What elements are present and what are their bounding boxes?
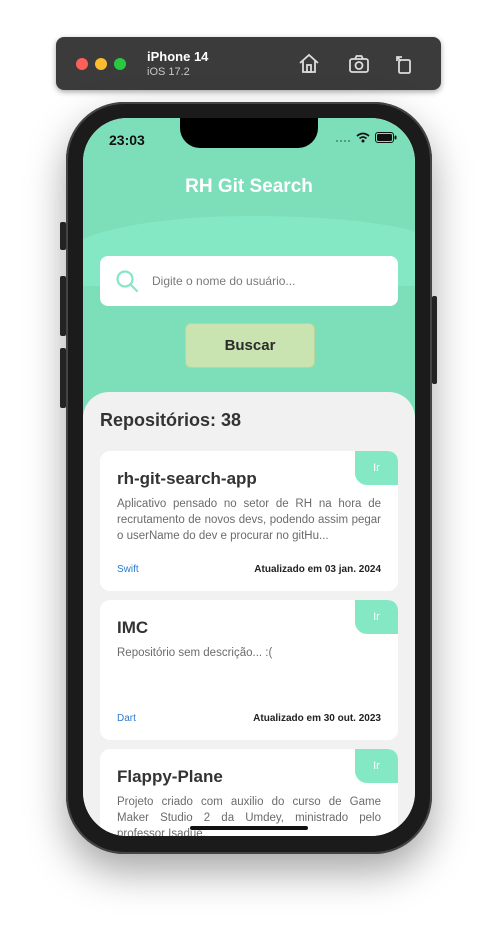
go-button[interactable]: Ir — [355, 600, 398, 634]
rotate-icon[interactable] — [392, 52, 416, 76]
repo-name: IMC — [117, 618, 149, 637]
search-box[interactable] — [100, 256, 398, 306]
simulator-toolbar: iPhone 14 iOS 17.2 — [56, 37, 441, 90]
home-icon[interactable] — [297, 52, 321, 76]
search-button[interactable]: Buscar — [185, 323, 315, 368]
repo-card[interactable]: Ir Flappy-Plane Projeto criado com auxil… — [100, 749, 398, 836]
repo-description: Aplicativo pensado no setor de RH na hor… — [117, 498, 381, 542]
repo-card[interactable]: Ir IMC Repositório sem descrição... :( D… — [100, 600, 398, 740]
repo-card[interactable]: Ir rh-git-search-app Aplicativo pensado … — [100, 451, 398, 591]
battery-icon — [375, 132, 397, 143]
status-time: 23:03 — [109, 132, 145, 148]
screenshot-icon[interactable] — [347, 52, 371, 76]
go-button[interactable]: Ir — [355, 749, 398, 783]
repositories-panel: Repositórios: 38 Ir rh-git-search-app Ap… — [83, 392, 415, 836]
repo-updated-date: Atualizado em 03 jan. 2024 — [254, 564, 381, 575]
close-window-button[interactable] — [76, 58, 88, 70]
app-header: 23:03 RH Git Search Buscar — [83, 118, 415, 418]
status-icons — [335, 132, 397, 143]
repo-name: Flappy-Plane — [117, 767, 223, 786]
repositories-count: Repositórios: 38 — [100, 410, 242, 430]
device-name: iPhone 14 — [147, 49, 209, 64]
power-button — [432, 296, 437, 384]
notch — [180, 118, 318, 148]
repo-language[interactable]: Swift — [117, 564, 139, 575]
os-version: iOS 17.2 — [147, 66, 190, 78]
wifi-icon — [356, 132, 370, 143]
minimize-window-button[interactable] — [95, 58, 107, 70]
phone-screen: 23:03 RH Git Search Buscar Repositórios:… — [83, 118, 415, 836]
zoom-window-button[interactable] — [114, 58, 126, 70]
go-button[interactable]: Ir — [355, 451, 398, 485]
cellular-icon — [336, 139, 350, 142]
search-input[interactable] — [150, 273, 374, 289]
repo-updated-date: Atualizado em 30 out. 2023 — [253, 713, 381, 724]
repo-language[interactable]: Dart — [117, 713, 136, 724]
repo-description: Repositório sem descrição... :( — [117, 647, 273, 659]
home-indicator[interactable] — [190, 826, 308, 830]
search-icon — [116, 270, 139, 293]
app-title: RH Git Search — [185, 176, 313, 197]
repo-name: rh-git-search-app — [117, 469, 257, 488]
